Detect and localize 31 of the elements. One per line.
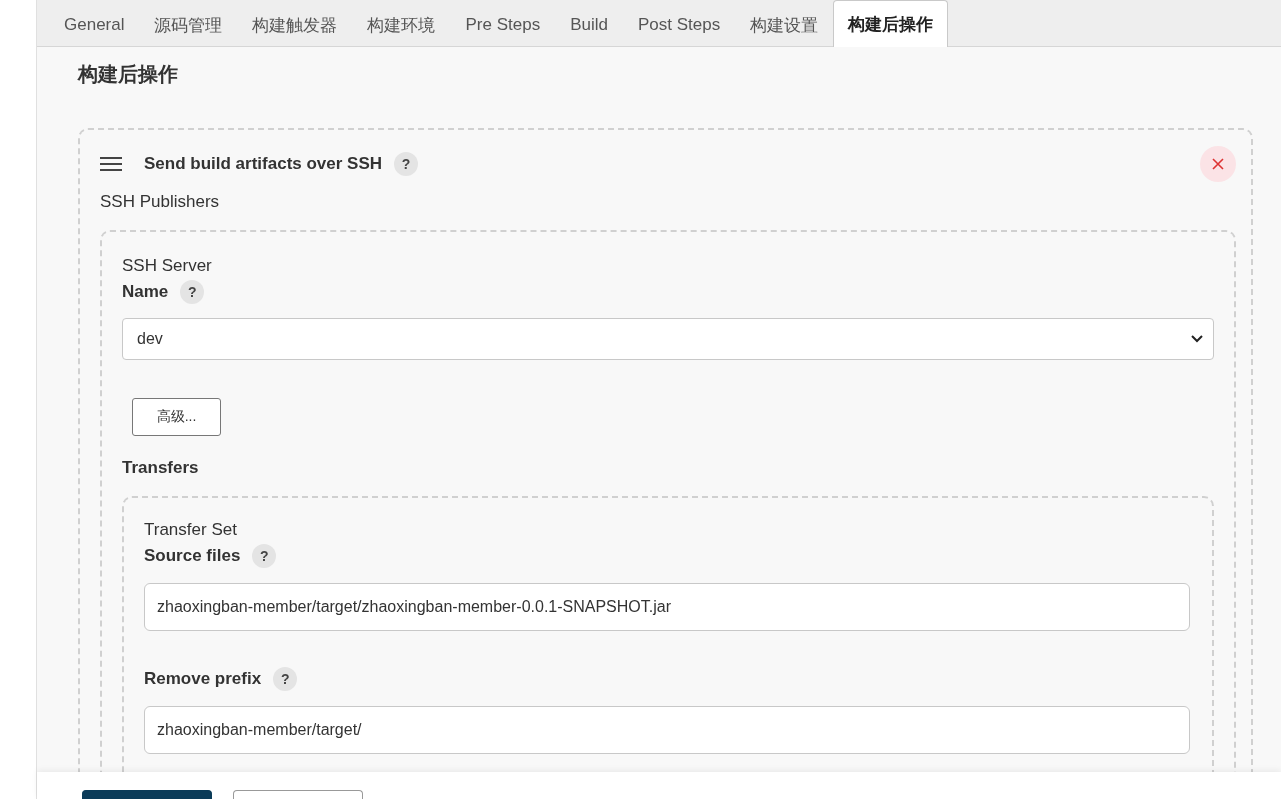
help-icon[interactable]: ? [273,667,298,691]
tab[interactable]: 构建环境 [352,2,451,47]
advanced-button[interactable]: 高级... [132,398,221,436]
text-field[interactable]: zhaoxingban-member/target/ [144,706,1190,754]
transfer-set-caption: Transfer Set [144,520,238,540]
text-field[interactable]: zhaoxingban-member/target/zhaoxingban-member-0.0.1-SNAPSHOT.jar [144,583,1190,631]
tab[interactable]: Pre Steps [450,2,556,47]
tab[interactable]: Build [555,2,623,47]
close-button[interactable] [1200,146,1236,182]
help-icon[interactable]: ? [180,280,205,304]
step-title: Send build artifacts over SSH [144,154,383,174]
transfers-label: Transfers [122,458,200,478]
tab[interactable]: 构建后操作 [833,0,949,47]
server-select[interactable]: dev [122,318,1214,360]
publishers-label: SSH Publishers [100,192,221,212]
chevron-icon [1191,335,1203,343]
tab[interactable]: General [49,2,140,47]
help-icon[interactable]: ? [252,544,277,568]
drag-handle-icon[interactable] [100,156,122,172]
field-label: Name [122,282,169,302]
footer-button[interactable] [233,790,363,799]
tab[interactable]: 构建设置 [735,2,834,47]
close-icon [1212,158,1224,170]
help-icon[interactable]: ? [394,152,419,176]
tab[interactable]: 构建触发器 [237,2,353,47]
field-label: Remove prefix [144,669,262,689]
tab[interactable]: Post Steps [622,2,736,47]
server-caption: SSH Server [122,256,213,276]
section-title: 构建后操作 [78,62,179,87]
field-label: Source files [144,546,241,566]
tab[interactable]: 源码管理 [139,2,238,47]
